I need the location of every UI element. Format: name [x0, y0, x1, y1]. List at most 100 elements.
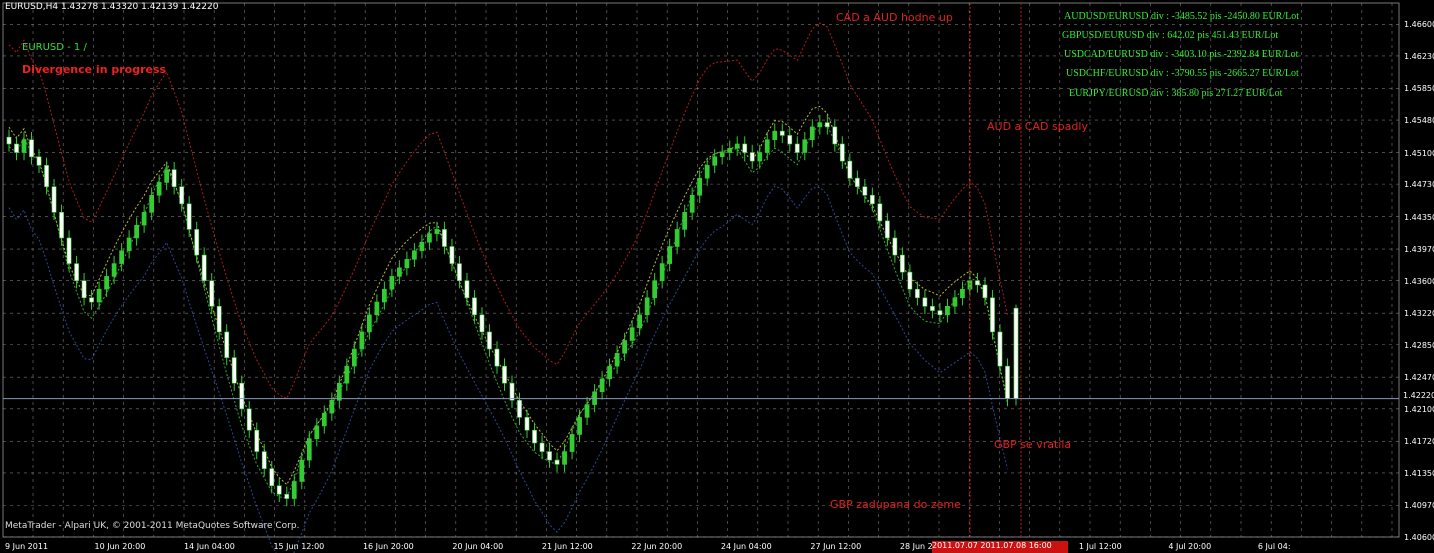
candle-body — [351, 348, 357, 367]
price-tick-label: 1.42850 — [1404, 340, 1434, 350]
divergence-line-gbpusd: GBPUSD/EURUSD div : 642.02 pis 451.43 EU… — [1062, 30, 1279, 41]
candle-body — [269, 468, 275, 487]
candle-body — [960, 288, 965, 299]
candle-body — [982, 284, 988, 299]
time-tick-label: 4 Jul 20:00 — [1168, 542, 1212, 551]
candle-body — [141, 212, 147, 226]
candle-body — [689, 194, 695, 213]
candle-body — [239, 382, 245, 410]
candle-body — [231, 357, 237, 384]
candle-body — [224, 331, 230, 358]
candle-body — [922, 297, 928, 307]
candle-body — [329, 399, 335, 414]
price-tick-label: 1.45480 — [1404, 116, 1434, 126]
candle-body — [772, 130, 778, 141]
annotation-aud-cad-down: AUD a CAD spadly — [987, 120, 1088, 133]
candle-body — [374, 301, 380, 316]
price-tick-label: 1.43220 — [1404, 309, 1434, 319]
candle-body — [900, 254, 905, 273]
candle-body — [502, 365, 507, 384]
time-tick-label: 6 Jul 04: — [1257, 542, 1291, 551]
candle-body — [366, 314, 372, 333]
candle-body — [952, 297, 958, 307]
candle-body — [194, 229, 200, 256]
candle-body — [824, 122, 830, 128]
candle-body — [554, 459, 560, 465]
candle-body — [599, 378, 605, 393]
candle-body — [479, 314, 485, 333]
usdcad-overlay-line — [8, 105, 1008, 486]
candle-body — [134, 224, 139, 239]
candle-body — [854, 177, 860, 187]
candle-body — [261, 451, 267, 469]
candle-body — [254, 429, 260, 452]
candle-body — [29, 139, 34, 158]
time-tick-label: 16 Jun 20:00 — [362, 542, 414, 551]
price-tick-label: 1.43600 — [1404, 276, 1434, 286]
candle-body — [494, 348, 500, 367]
candle-body — [404, 259, 410, 269]
candle-body — [517, 399, 522, 418]
candle-body — [682, 212, 688, 230]
candle-body — [81, 280, 87, 299]
candle-body — [74, 263, 79, 281]
candle-body — [607, 365, 612, 380]
price-chart[interactable] — [0, 0, 1434, 553]
time-tick-label: 21 Jun 12:00 — [541, 542, 593, 551]
time-tick-label: 1 Jul 12:00 — [1078, 542, 1122, 551]
candle-body — [336, 382, 342, 401]
candle-body — [802, 139, 808, 153]
candle-body — [1005, 365, 1010, 399]
candle-body — [434, 229, 440, 234]
candle-body — [321, 412, 327, 427]
candle-body — [742, 143, 748, 153]
candle-body — [59, 212, 64, 239]
candle-body — [915, 288, 920, 299]
candle-body — [126, 237, 132, 252]
current-price-label: 1.42220 — [1403, 391, 1434, 402]
candle-body — [464, 280, 470, 299]
candle-body — [21, 139, 27, 153]
candle-body — [547, 451, 552, 461]
candle-body — [104, 276, 109, 290]
time-tick-label: 24 Jun 04:00 — [720, 542, 772, 551]
candle-body — [216, 306, 222, 333]
candle-body — [937, 310, 943, 316]
candle-body — [44, 165, 49, 187]
candle-body — [397, 267, 402, 277]
last-candle-body — [1013, 307, 1019, 399]
candle-body — [164, 169, 170, 183]
candle-body — [749, 152, 755, 162]
candle-body — [412, 250, 417, 260]
price-tick-label: 1.42100 — [1404, 404, 1434, 414]
time-tick-label: 22 Jun 20:00 — [631, 542, 683, 551]
candle-body — [419, 241, 425, 252]
divergence-line-eurjpy: EURJPY/EURUSD div : 385.80 pis 271.27 EU… — [1069, 88, 1283, 99]
candle-body — [839, 143, 845, 162]
price-tick-label: 1.43970 — [1404, 245, 1434, 255]
candle-body — [892, 237, 898, 256]
candle-body — [809, 126, 815, 141]
candle-body — [862, 186, 868, 196]
indicator-symbol-label: EURUSD - 1 / — [22, 42, 87, 53]
candle-body — [644, 297, 650, 316]
time-range-box: 2011.07.07 2011.07.08 16:00 — [932, 541, 1068, 553]
time-tick-label: 9 Jun 2011 — [5, 542, 49, 551]
candle-body — [697, 177, 703, 196]
candle-body — [111, 263, 117, 277]
annotation-cad-aud-up: CAD a AUD hodne up — [836, 11, 953, 24]
copyright-label: MetaTrader - Alpari UK, © 2001-2011 Meta… — [5, 521, 300, 531]
candle-body — [472, 297, 477, 316]
candle-body — [156, 182, 162, 196]
candle-body — [66, 237, 72, 264]
chart-window[interactable]: EURUSD,H4 1.43278 1.43320 1.42139 1.4222… — [0, 0, 1434, 553]
candle-body — [524, 417, 530, 431]
price-tick-label: 1.40600 — [1404, 533, 1434, 542]
candle-body — [299, 459, 305, 482]
candle-body — [794, 143, 800, 153]
candle-body — [427, 233, 432, 243]
candle-body — [907, 271, 913, 290]
candle-body — [622, 340, 627, 354]
audusd-overlay-line — [8, 22, 1008, 400]
plot-frame — [2, 2, 1400, 538]
